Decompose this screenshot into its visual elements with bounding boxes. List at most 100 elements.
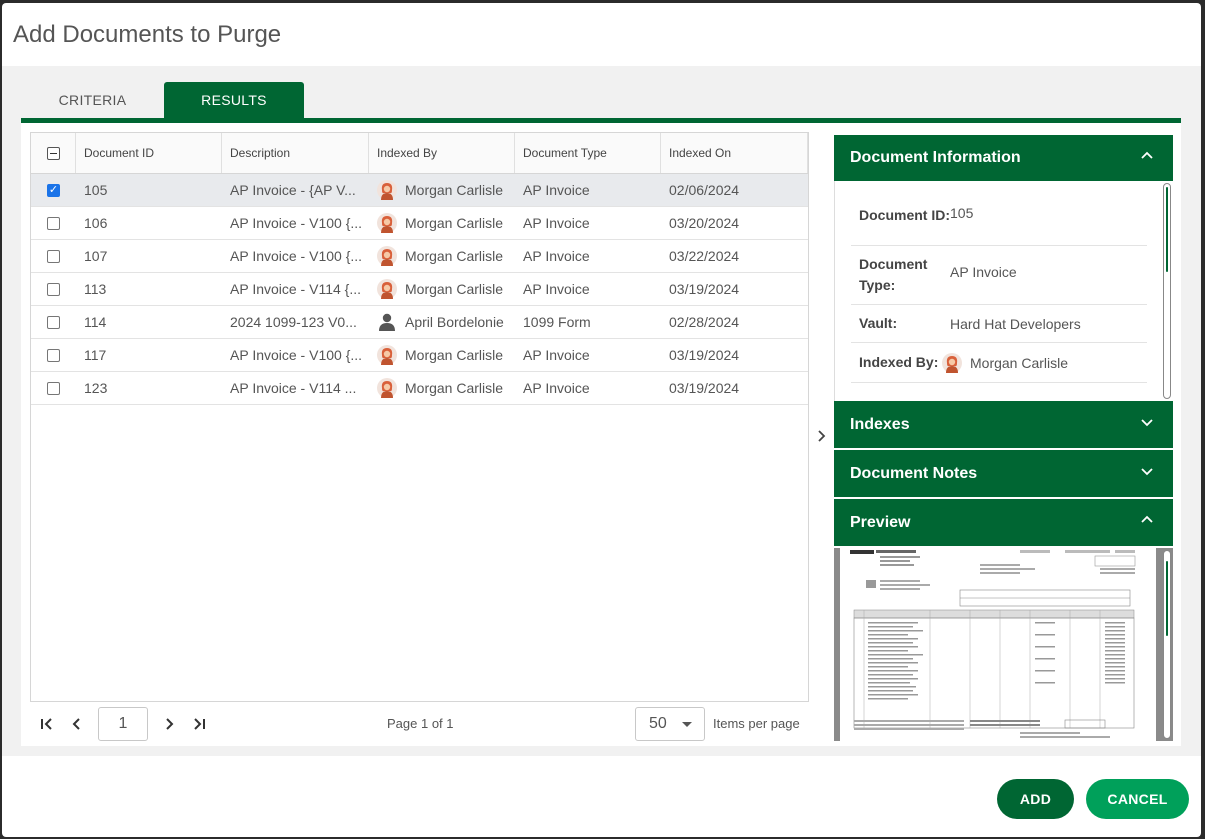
row-checkbox-cell [31,339,76,371]
page-number-input[interactable]: 1 [98,706,148,741]
cell-description: AP Invoice - V100 {... [230,347,363,363]
cell-indexed-by: Morgan Carlisle [369,207,515,239]
indexed-by-name: Morgan Carlisle [405,281,504,297]
cell-indexed-by: April Bordelonie [369,306,515,338]
cell-indexed-by: Morgan Carlisle [369,174,515,206]
cell-document-id: 123 [84,380,108,396]
chevron-right-icon [818,430,826,442]
document-information-body: Document ID: 105 Document Type: AP Invoi… [834,181,1173,401]
info-row-document-id: Document ID: 105 [851,185,1147,246]
cell-description: AP Invoice - V100 {... [230,215,363,231]
info-label: Document Type: [859,256,928,293]
row-checkbox[interactable] [47,381,60,395]
chevron-up-icon [1141,151,1153,159]
column-header-indexed-on[interactable]: Indexed On [661,133,808,173]
column-header-indexed-by[interactable]: Indexed By [369,133,515,173]
last-page-button[interactable] [184,709,214,739]
table-row[interactable]: 106 AP Invoice - V100 {... Morgan Carlisle… [31,207,808,240]
grid-header: Document ID Description Indexed By Docum… [31,133,808,174]
cell-document-type: 1099 Form [523,314,591,330]
info-label: Vault: [859,315,898,331]
tab-results[interactable]: RESULTS [164,82,304,118]
table-row[interactable]: 117 AP Invoice - V100 {... Morgan Carlisle… [31,339,808,372]
info-scrollbar[interactable] [1163,183,1171,399]
cell-indexed-on: 03/19/2024 [669,281,740,297]
info-scrollbar-thumb[interactable] [1166,187,1168,272]
document-preview[interactable] [834,548,1173,741]
tab-criteria[interactable]: CRITERIA [21,82,164,118]
preview-title: Preview [850,513,911,531]
row-checkbox-cell: ✓ [31,174,76,206]
pager: 1 Page 1 of 1 50 Items per page [30,703,809,744]
chevron-down-icon [1141,419,1153,427]
indexed-by-name: Morgan Carlisle [405,380,504,396]
last-page-icon [194,717,205,730]
document-information-header[interactable]: Document Information [834,135,1173,181]
document-notes-title: Document Notes [850,464,978,482]
row-checkbox[interactable] [47,315,60,329]
cell-indexed-by: Morgan Carlisle [369,372,515,404]
info-row-vault: Vault: Hard Hat Developers [851,305,1147,343]
cell-description: 2024 1099-123 V0... [230,314,357,330]
indexed-by-name: Morgan Carlisle [405,215,504,231]
add-button[interactable]: ADD [997,779,1074,819]
chevron-left-icon [72,717,80,730]
row-checkbox[interactable]: ✓ [47,183,60,197]
indexes-header[interactable]: Indexes [834,401,1173,448]
document-notes-header[interactable]: Document Notes [834,450,1173,497]
results-panel: Document ID Description Indexed By Docum… [21,123,1181,746]
row-checkbox[interactable] [47,249,60,263]
cell-document-id: 107 [84,248,108,264]
female-avatar [377,345,397,365]
cell-indexed-on: 03/22/2024 [669,248,740,264]
results-grid: Document ID Description Indexed By Docum… [30,132,809,702]
cell-description: AP Invoice - V114 {... [230,281,362,297]
indexed-by-name: Morgan Carlisle [970,354,1069,371]
female-avatar [377,213,397,233]
indexed-by-name: Morgan Carlisle [405,182,504,198]
info-value: AP Invoice [950,264,1017,280]
info-row-document-type: Document Type: AP Invoice [851,246,1147,305]
tab-bar: CRITERIA RESULTS [21,82,304,118]
preview-page-thumbnail [840,548,1156,741]
indeterminate-checkbox-icon [46,146,60,160]
cell-indexed-by: Morgan Carlisle [369,240,515,272]
info-label: Document ID: [859,206,950,223]
row-checkbox-cell [31,273,76,305]
preview-scrollbar-thumb[interactable] [1166,561,1168,636]
next-page-button[interactable] [154,709,184,739]
cell-indexed-on: 02/06/2024 [669,182,740,198]
row-checkbox[interactable] [47,348,60,362]
table-row[interactable]: 123 AP Invoice - V114 ... Morgan Carlisle A… [31,372,808,405]
table-row[interactable]: 107 AP Invoice - V100 {... Morgan Carlisle… [31,240,808,273]
table-row[interactable]: 114 2024 1099-123 V0... April Bordelonie 10… [31,306,808,339]
page-info: Page 1 of 1 [387,716,454,731]
page-size-select[interactable]: 50 [635,707,705,741]
grid-body: ✓ 105 AP Invoice - {AP V... Morgan Carlisle… [31,174,808,405]
first-page-icon [41,717,52,730]
select-all-checkbox[interactable] [31,133,76,173]
chevron-right-icon [166,717,174,730]
cell-document-type: AP Invoice [523,380,590,396]
table-row[interactable]: ✓ 105 AP Invoice - {AP V... Morgan Carlisle… [31,174,808,207]
row-checkbox[interactable] [47,282,60,296]
info-value: Hard Hat Developers [950,315,1081,332]
page-size-label: Items per page [713,716,800,731]
first-page-button[interactable] [32,709,62,739]
indexed-by-name: Morgan Carlisle [405,347,504,363]
indexed-by-name: April Bordelonie [405,314,504,330]
panel-toggle-button[interactable] [816,429,828,448]
row-checkbox[interactable] [47,216,60,230]
preview-header[interactable]: Preview [834,499,1173,546]
preview-scrollbar[interactable] [1163,550,1171,739]
prev-page-button[interactable] [62,709,92,739]
chevron-up-icon [1141,515,1153,523]
cell-description: AP Invoice - {AP V... [230,182,356,198]
cell-document-type: AP Invoice [523,248,590,264]
cancel-button[interactable]: CANCEL [1086,779,1189,819]
column-header-document-type[interactable]: Document Type [515,133,661,173]
table-row[interactable]: 113 AP Invoice - V114 {... Morgan Carlisle… [31,273,808,306]
cell-document-id: 117 [84,347,107,363]
column-header-description[interactable]: Description [222,133,369,173]
column-header-document-id[interactable]: Document ID [76,133,222,173]
